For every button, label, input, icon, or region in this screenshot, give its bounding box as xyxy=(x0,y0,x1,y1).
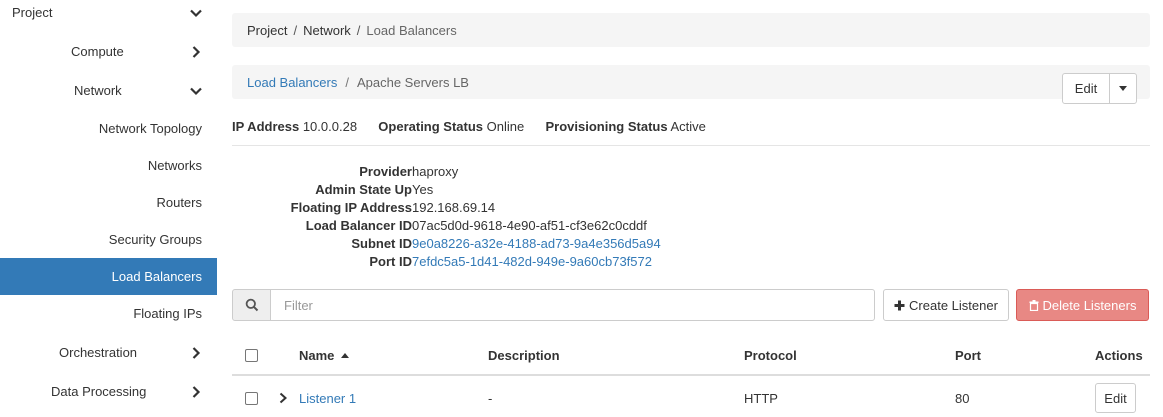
plus-icon xyxy=(894,300,905,310)
page-title: Apache Servers LB xyxy=(356,74,469,90)
listener-description: - xyxy=(488,391,493,406)
create-listener-button[interactable]: Create Listener xyxy=(883,289,1009,321)
detail-label: Provider xyxy=(359,164,412,179)
detail-label: Admin State Up xyxy=(315,182,412,197)
breadcrumb-separator: / xyxy=(356,22,361,38)
sidebar-item-network[interactable]: Network xyxy=(0,72,217,109)
operating-status-value: Online xyxy=(486,119,525,134)
detail-value: haproxy xyxy=(412,164,459,179)
detail-value: 192.168.69.14 xyxy=(412,200,496,215)
sidebar-item-label: Network Topology xyxy=(98,121,202,136)
detail-label: Floating IP Address xyxy=(290,200,412,215)
chevron-right-icon xyxy=(192,45,201,58)
detail-value: 07ac5d0d-9618-4e90-af51-cf3e62c0cddf xyxy=(412,218,647,233)
listener-port: 80 xyxy=(955,391,970,406)
sidebar-item-data-processing[interactable]: Data Processing xyxy=(0,373,217,410)
column-header-label: Name xyxy=(299,348,335,363)
sidebar-item-label: Compute xyxy=(71,44,124,59)
sidebar-item-networks[interactable]: Networks xyxy=(0,147,217,184)
search-addon[interactable] xyxy=(232,289,271,321)
chevron-right-icon xyxy=(192,346,201,359)
sidebar: Project Compute Network Network Topology… xyxy=(0,0,217,417)
breadcrumb-separator: / xyxy=(345,74,349,90)
row-checkbox[interactable] xyxy=(245,392,258,405)
provisioning-status-value: Active xyxy=(670,119,706,134)
breadcrumb-link-load-balancers[interactable]: Load Balancers xyxy=(247,75,337,90)
breadcrumb-item-network[interactable]: Network xyxy=(303,23,351,38)
status-line: IP Address 10.0.0.28 Operating Status On… xyxy=(232,119,706,134)
detail-list: Provider haproxy Admin State Up Yes Floa… xyxy=(232,164,832,272)
sort-ascending-icon xyxy=(341,353,350,358)
operating-status-label: Operating Status xyxy=(378,119,484,134)
delete-listeners-button[interactable]: Delete Listeners xyxy=(1016,289,1149,321)
sidebar-item-label: Project xyxy=(12,5,53,20)
detail-value: Yes xyxy=(412,182,434,197)
provisioning-status-label: Provisioning Status xyxy=(545,119,668,134)
detail-row-admin-state: Admin State Up Yes xyxy=(232,182,832,200)
ip-address-label: IP Address xyxy=(232,119,300,134)
subnet-id-link[interactable]: 9e0a8226-a32e-4188-ad73-9a4e356d5a94 xyxy=(412,236,661,251)
divider xyxy=(232,145,1150,146)
filter-input[interactable] xyxy=(270,289,875,321)
detail-row-provider: Provider haproxy xyxy=(232,164,832,182)
sidebar-item-routers[interactable]: Routers xyxy=(0,184,217,221)
sidebar-item-label: Orchestration xyxy=(59,345,138,360)
sidebar-item-floating-ips[interactable]: Floating IPs xyxy=(0,295,217,332)
sidebar-item-load-balancers[interactable]: Load Balancers xyxy=(0,258,217,295)
detail-row-port-id: Port ID 7efdc5a5-1d41-482d-949e-9a60cb73… xyxy=(232,254,832,272)
table-header-divider xyxy=(232,374,1150,376)
detail-label: Load Balancer ID xyxy=(305,218,412,233)
sidebar-item-label: Load Balancers xyxy=(111,269,202,284)
sidebar-item-label: Network xyxy=(74,83,122,98)
column-header-name[interactable]: Name xyxy=(299,348,350,363)
column-header-port: Port xyxy=(955,348,981,363)
row-edit-button[interactable]: Edit xyxy=(1095,383,1136,413)
trash-icon xyxy=(1029,299,1039,311)
sidebar-item-orchestration[interactable]: Orchestration xyxy=(0,334,217,371)
chevron-right-icon xyxy=(192,385,201,398)
listener-protocol: HTTP xyxy=(744,391,778,406)
ip-address-value: 10.0.0.28 xyxy=(302,119,358,134)
detail-breadcrumb: Load Balancers / Apache Servers LB xyxy=(232,65,1150,99)
breadcrumb: Project / Network / Load Balancers xyxy=(232,13,1150,47)
chevron-down-icon xyxy=(190,87,202,95)
breadcrumb-item-project[interactable]: Project xyxy=(247,23,287,38)
detail-row-floating-ip: Floating IP Address 192.168.69.14 xyxy=(232,200,832,218)
detail-row-subnet-id: Subnet ID 9e0a8226-a32e-4188-ad73-9a4e35… xyxy=(232,236,832,254)
sidebar-item-compute[interactable]: Compute xyxy=(0,33,217,70)
listener-name-link[interactable]: Listener 1 xyxy=(299,391,356,406)
detail-row-load-balancer-id: Load Balancer ID 07ac5d0d-9618-4e90-af51… xyxy=(232,218,832,236)
sidebar-item-label: Floating IPs xyxy=(133,306,202,321)
select-all-checkbox[interactable] xyxy=(245,349,258,362)
column-header-actions: Actions xyxy=(1095,348,1143,363)
caret-down-icon xyxy=(1119,86,1127,91)
edit-button[interactable]: Edit xyxy=(1063,74,1110,103)
chevron-down-icon xyxy=(190,9,202,17)
detail-label: Subnet ID xyxy=(351,236,412,251)
sidebar-item-project[interactable]: Project xyxy=(0,0,217,31)
edit-button-group: Edit xyxy=(1062,73,1137,104)
delete-listeners-label: Delete Listeners xyxy=(1042,297,1137,313)
detail-label: Port ID xyxy=(369,254,412,269)
column-header-description: Description xyxy=(488,348,560,363)
breadcrumb-item-current: Load Balancers xyxy=(366,22,457,38)
sidebar-item-label: Networks xyxy=(147,158,202,173)
breadcrumb-separator: / xyxy=(293,22,298,38)
sidebar-item-network-topology[interactable]: Network Topology xyxy=(0,110,217,147)
chevron-right-icon[interactable] xyxy=(278,392,288,404)
sidebar-item-label: Security Groups xyxy=(108,232,202,247)
port-id-link[interactable]: 7efdc5a5-1d41-482d-949e-9a60cb73f572 xyxy=(412,254,652,269)
sidebar-item-label: Routers xyxy=(156,195,202,210)
sidebar-item-security-groups[interactable]: Security Groups xyxy=(0,221,217,258)
create-listener-label: Create Listener xyxy=(909,297,998,313)
edit-dropdown-toggle[interactable] xyxy=(1110,74,1136,103)
sidebar-item-label: Data Processing xyxy=(51,384,147,399)
column-header-protocol: Protocol xyxy=(744,348,797,363)
search-icon xyxy=(245,298,258,312)
